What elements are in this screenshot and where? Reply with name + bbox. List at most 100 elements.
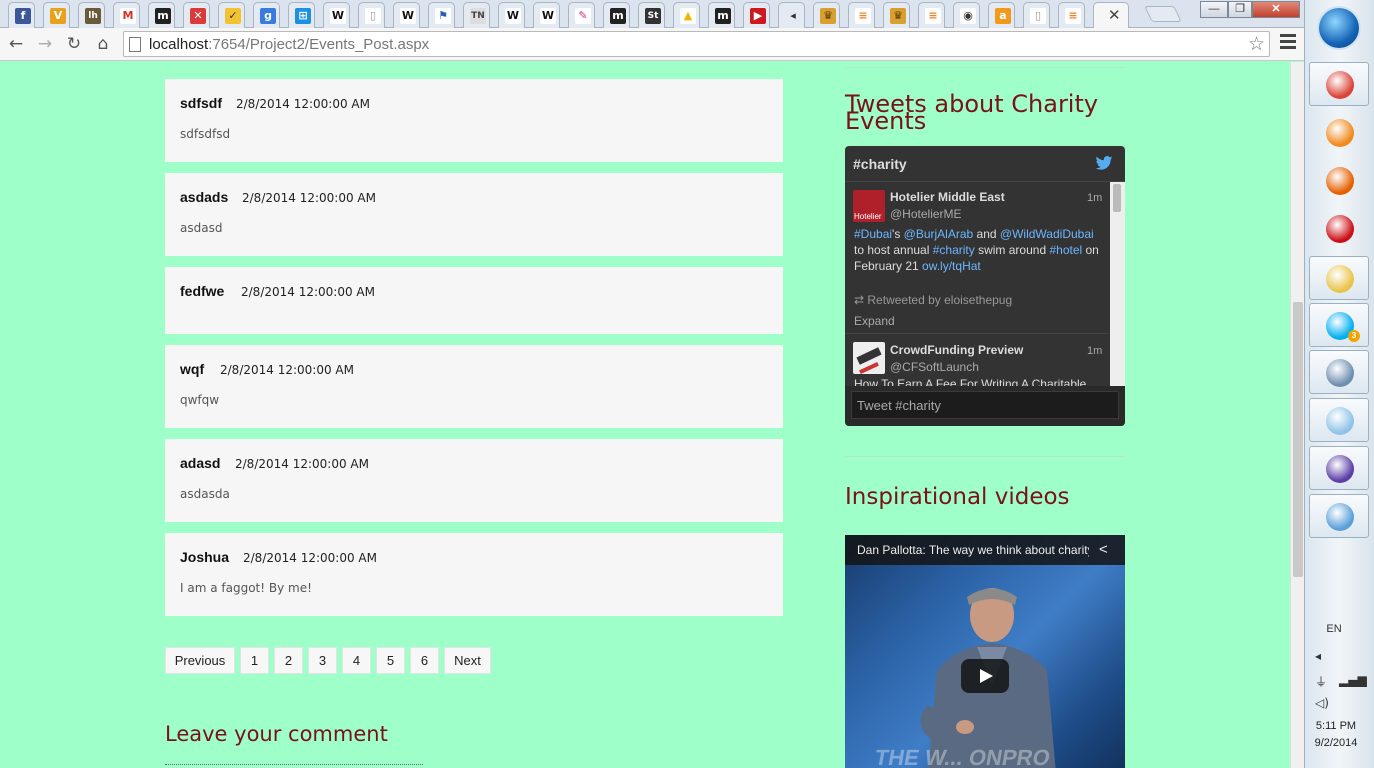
- browser-tab[interactable]: ≡: [918, 2, 945, 28]
- power-plug-icon[interactable]: ⏚: [1315, 673, 1327, 690]
- tweet-item[interactable]: CrowdFunding Preview @CFSoftLaunch 1m Ho…: [845, 335, 1109, 386]
- tweet-link[interactable]: #Dubai: [854, 227, 892, 241]
- browser-tab[interactable]: ◉: [953, 2, 980, 28]
- browser-tab[interactable]: ♛: [813, 2, 840, 28]
- tweet-input[interactable]: Tweet #charity: [851, 391, 1119, 419]
- page-scroll-thumb[interactable]: [1293, 302, 1303, 577]
- pager-previous-button[interactable]: Previous: [165, 647, 235, 674]
- browser-tab[interactable]: W: [323, 2, 350, 28]
- forward-button[interactable]: →: [33, 32, 57, 56]
- twitter-scroll-thumb[interactable]: [1113, 184, 1121, 212]
- tweet-expand-link[interactable]: Expand: [854, 314, 895, 328]
- page-icon: ▯: [365, 8, 381, 24]
- pager-page-6[interactable]: 6: [410, 647, 439, 674]
- tweet-author-name[interactable]: CrowdFunding Preview: [890, 343, 1023, 357]
- pager-next-button[interactable]: Next: [444, 647, 491, 674]
- tweet-time[interactable]: 1m: [1087, 345, 1102, 357]
- browser-tab-active[interactable]: ✕: [1093, 2, 1129, 28]
- tweet-author-handle[interactable]: @CFSoftLaunch: [890, 360, 979, 374]
- browser-tab[interactable]: m: [603, 2, 630, 28]
- browser-tab[interactable]: f: [8, 2, 35, 28]
- browser-tab[interactable]: W: [498, 2, 525, 28]
- language-indicator[interactable]: EN: [1305, 623, 1363, 635]
- clock-time[interactable]: 5:11 PM: [1305, 720, 1367, 732]
- pager-page-2[interactable]: 2: [274, 647, 303, 674]
- taskbar-app-button[interactable]: [1309, 256, 1369, 300]
- taskbar-app-button[interactable]: [1309, 110, 1369, 154]
- show-hidden-icons-icon[interactable]: ◂: [1315, 649, 1321, 663]
- tweet-avatar[interactable]: [853, 342, 885, 375]
- taskbar-app-button[interactable]: [1309, 206, 1369, 250]
- taskbar-app-button[interactable]: [1309, 398, 1369, 442]
- browser-tab[interactable]: ⚑: [428, 2, 455, 28]
- browser-tab[interactable]: ▯: [358, 2, 385, 28]
- tweet-link[interactable]: ow.ly/tqHat: [922, 259, 981, 273]
- browser-tab[interactable]: ≡: [848, 2, 875, 28]
- browser-tab[interactable]: ✎: [568, 2, 595, 28]
- address-bar[interactable]: localhost:7654/Project2/Events_Post.aspx…: [123, 31, 1270, 57]
- tweet-link[interactable]: #hotel: [1049, 243, 1082, 257]
- pager-page-5[interactable]: 5: [376, 647, 405, 674]
- network-signal-icon[interactable]: ▂▄▆: [1339, 673, 1367, 687]
- browser-menu-icon[interactable]: [1280, 34, 1296, 54]
- taskbar-app-button[interactable]: 3: [1309, 303, 1369, 347]
- pager-page-1[interactable]: 1: [240, 647, 269, 674]
- video-caption[interactable]: Dan Pallotta: The way we think about cha…: [857, 543, 1089, 557]
- browser-tab[interactable]: ≡: [1058, 2, 1085, 28]
- bookmark-star-icon[interactable]: ☆: [1248, 33, 1265, 55]
- tweet-author-handle[interactable]: @HotelierME: [890, 207, 962, 221]
- browser-tab[interactable]: W: [533, 2, 560, 28]
- reload-button[interactable]: ↻: [62, 32, 86, 56]
- taskbar-app-button[interactable]: [1309, 62, 1369, 106]
- clock-date[interactable]: 9/2/2014: [1305, 737, 1367, 749]
- browser-tab[interactable]: g: [253, 2, 280, 28]
- maximize-button[interactable]: ❐: [1228, 1, 1252, 18]
- browser-tab[interactable]: W: [393, 2, 420, 28]
- browser-tab[interactable]: ✕: [183, 2, 210, 28]
- window-close-button[interactable]: ✕: [1252, 1, 1300, 18]
- minimize-button[interactable]: —: [1200, 1, 1228, 18]
- tweet-time[interactable]: 1m: [1087, 192, 1102, 204]
- page-scrollbar[interactable]: [1290, 62, 1304, 768]
- tweet-item[interactable]: Hotelier Hotelier Middle East @HotelierM…: [845, 182, 1109, 334]
- browser-tab[interactable]: ◂: [778, 2, 805, 28]
- tweet-author-name[interactable]: Hotelier Middle East: [890, 190, 1005, 204]
- tab-close-icon[interactable]: ✕: [1108, 6, 1121, 24]
- play-button[interactable]: [961, 659, 1009, 693]
- tweet-avatar[interactable]: Hotelier: [853, 190, 885, 222]
- browser-tab[interactable]: ▯: [1023, 2, 1050, 28]
- browser-tab[interactable]: ▶: [743, 2, 770, 28]
- browser-tab[interactable]: lh: [78, 2, 105, 28]
- back-button[interactable]: ←: [4, 32, 28, 56]
- taskbar-app-button[interactable]: [1309, 494, 1369, 538]
- pager-page-3[interactable]: 3: [308, 647, 337, 674]
- browser-tab[interactable]: ✓: [218, 2, 245, 28]
- browser-tab[interactable]: St: [638, 2, 665, 28]
- browser-tab[interactable]: m: [148, 2, 175, 28]
- comment-date: 2/8/2014 12:00:00 AM: [220, 363, 354, 377]
- browser-tab[interactable]: a: [988, 2, 1015, 28]
- tweet-link[interactable]: @WildWadiDubai: [1000, 227, 1094, 241]
- windows-start-icon[interactable]: [1319, 8, 1359, 48]
- comment-date: 2/8/2014 12:00:00 AM: [243, 551, 377, 565]
- twitter-bird-icon[interactable]: [1095, 156, 1113, 170]
- tweet-link[interactable]: #charity: [933, 243, 975, 257]
- browser-tab[interactable]: ▲: [673, 2, 700, 28]
- share-icon[interactable]: <: [1099, 541, 1108, 558]
- video-player[interactable]: THE W... ONPRO Dan Pallotta: The way we …: [845, 535, 1125, 768]
- taskbar-app-button[interactable]: [1309, 446, 1369, 490]
- browser-tab[interactable]: TN: [463, 2, 490, 28]
- browser-tab[interactable]: m: [708, 2, 735, 28]
- taskbar-app-button[interactable]: [1309, 158, 1369, 202]
- tweet-link[interactable]: @BurjAlArab: [904, 227, 974, 241]
- pager-page-4[interactable]: 4: [342, 647, 371, 674]
- volume-icon[interactable]: ◁): [1315, 696, 1329, 710]
- browser-tab[interactable]: ⊞: [288, 2, 315, 28]
- twitter-widget-scrollbar[interactable]: [1110, 182, 1125, 386]
- browser-tab[interactable]: V: [43, 2, 70, 28]
- home-button[interactable]: ⌂: [91, 32, 115, 56]
- browser-tab[interactable]: M: [113, 2, 140, 28]
- browser-tab[interactable]: ♛: [883, 2, 910, 28]
- twitter-hashtag[interactable]: #charity: [853, 156, 907, 172]
- taskbar-app-button[interactable]: [1309, 350, 1369, 394]
